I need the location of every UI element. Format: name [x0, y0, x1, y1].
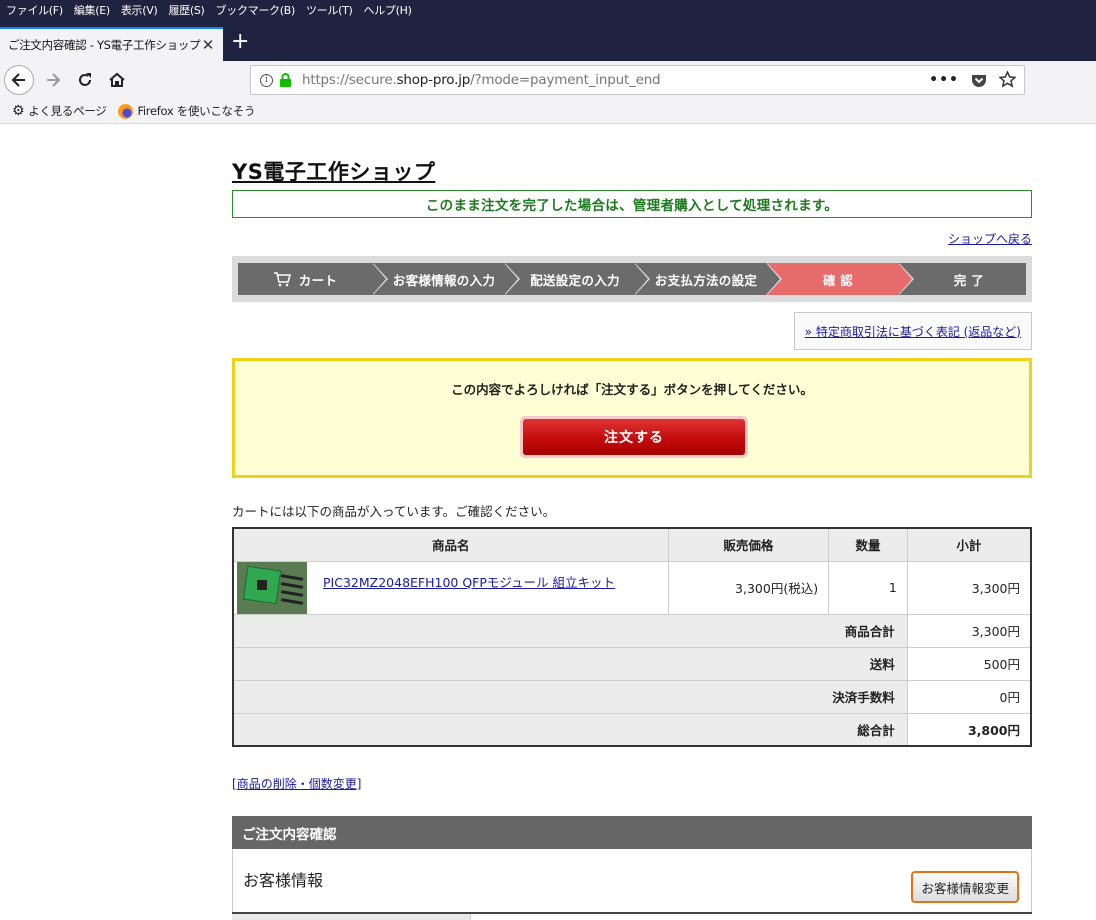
customer-table-top [232, 912, 1032, 920]
navigation-bar: i https://secure.shop-pro.jp/?mode=payme… [0, 61, 1096, 99]
confirm-box: この内容でよろしければ「注文する」ボタンを押してください。 注文する [232, 358, 1032, 478]
product-thumbnail[interactable] [237, 561, 307, 614]
item-qty: 1 [828, 560, 908, 615]
place-order-label: 注文する [523, 419, 745, 455]
close-tab-icon[interactable]: ✕ [202, 36, 215, 54]
home-icon [109, 72, 125, 87]
table-row: 決済手数料 0円 [232, 679, 1032, 714]
cart-table: 商品名 販売価格 数量 小計 PIC32MZ2048EFH100 QFPモジュー… [232, 527, 1032, 747]
tab-bar: ご注文内容確認 - YS電子工作ショップ ✕ + [0, 19, 1096, 61]
bookmarks-bar: ⚙ よく見るページ Firefox を使いこなそう [0, 99, 1096, 124]
table-row: PIC32MZ2048EFH100 QFPモジュール 組立キット 3,300円(… [232, 560, 1032, 615]
pocket-icon[interactable] [971, 72, 987, 88]
reload-button[interactable] [70, 65, 100, 95]
bookmark-most-visited[interactable]: ⚙ よく見るページ [12, 103, 107, 119]
change-customer-info-button[interactable]: お客様情報変更 [911, 871, 1019, 903]
checkout-steps: カート お客様情報の入力 配送設定の入力 お支払方法の設定 確 認 完 了 [232, 256, 1032, 302]
header-price: 販売価格 [667, 527, 830, 562]
bookmark-firefox-guide[interactable]: Firefox を使いこなそう [118, 103, 255, 119]
grand-total-label: 総合計 [232, 712, 908, 747]
menu-tools[interactable]: ツール(T) [306, 2, 353, 18]
menu-bar: ファイル(F) 編集(E) 表示(V) 履歴(S) ブックマーク(B) ツール(… [0, 0, 1096, 19]
table-row: 総合計 3,800円 [232, 712, 1032, 747]
step-cart: カート [238, 263, 388, 295]
home-button[interactable] [102, 65, 132, 95]
arrow-right-icon [47, 73, 61, 87]
header-subtotal: 小計 [906, 527, 1032, 562]
payment-fee-label: 決済手数料 [232, 679, 908, 714]
table-header-row: 商品名 販売価格 数量 小計 [232, 527, 1032, 562]
cart-icon [273, 272, 291, 287]
arrow-left-icon [11, 73, 25, 87]
law-link-box: » 特定商取引法に基づく表記 (返品など) [793, 312, 1032, 350]
tab-title: ご注文内容確認 - YS電子工作ショップ [8, 38, 201, 52]
confirm-message: この内容でよろしければ「注文する」ボタンを押してください。 [451, 382, 813, 397]
step-shipping: 配送設定の入力 [504, 263, 650, 295]
info-icon[interactable]: i [260, 73, 273, 87]
menu-edit[interactable]: 編集(E) [74, 2, 110, 18]
product-link[interactable]: PIC32MZ2048EFH100 QFPモジュール 組立キット [323, 572, 615, 591]
forward-button[interactable] [38, 65, 68, 95]
menu-help[interactable]: ヘルプ(H) [364, 2, 412, 18]
goods-total-label: 商品合計 [232, 613, 908, 648]
more-actions-icon[interactable]: ••• [929, 72, 959, 88]
url-text[interactable]: https://secure.shop-pro.jp/?mode=payment… [302, 72, 661, 88]
item-subtotal: 3,300円 [906, 560, 1032, 615]
step-customer-info: お客様情報の入力 [372, 263, 520, 295]
place-order-button[interactable]: 注文する [520, 416, 748, 458]
shipping-label: 送料 [232, 646, 908, 681]
tab-active[interactable]: ご注文内容確認 - YS電子工作ショップ ✕ [0, 27, 223, 61]
menu-view[interactable]: 表示(V) [121, 2, 158, 18]
goods-total-value: 3,300円 [906, 613, 1032, 648]
firefox-icon [118, 103, 134, 119]
back-to-shop-link[interactable]: ショップへ戻る [948, 230, 1032, 247]
menu-history[interactable]: 履歴(S) [168, 2, 204, 18]
cart-intro: カートには以下の商品が入っています。ご確認ください。 [232, 504, 556, 519]
gear-icon: ⚙ [12, 103, 25, 119]
url-bar[interactable]: i https://secure.shop-pro.jp/?mode=payme… [250, 65, 1025, 95]
customer-info-title: お客様情報 [243, 871, 324, 890]
order-section-heading: ご注文内容確認 [232, 816, 1032, 849]
back-button[interactable] [4, 65, 34, 95]
commercial-law-link[interactable]: » 特定商取引法に基づく表記 (返品など) [805, 323, 1021, 340]
table-row: 商品合計 3,300円 [232, 613, 1032, 648]
star-icon[interactable] [999, 71, 1016, 88]
admin-notice: このまま注文を完了した場合は、管理者購入として処理されます。 [232, 190, 1032, 218]
menu-file[interactable]: ファイル(F) [6, 2, 63, 18]
menu-bookmarks[interactable]: ブックマーク(B) [216, 2, 296, 18]
step-complete: 完 了 [898, 263, 1026, 295]
reload-icon [79, 73, 91, 86]
lock-icon[interactable] [279, 73, 292, 87]
step-payment: お支払方法の設定 [634, 263, 782, 295]
shop-title[interactable]: YS電子工作ショップ [232, 156, 435, 186]
table-row: 送料 500円 [232, 646, 1032, 681]
new-tab-icon[interactable]: + [231, 31, 249, 53]
grand-total-value: 3,800円 [906, 712, 1032, 747]
customer-info-section: お客様情報 お客様情報変更 [232, 849, 1032, 920]
header-qty: 数量 [828, 527, 908, 562]
item-price: 3,300円(税込) [667, 560, 830, 615]
header-product: 商品名 [232, 527, 669, 562]
payment-fee-value: 0円 [906, 679, 1032, 714]
edit-cart-link[interactable]: [商品の削除・個数変更] [232, 775, 361, 792]
step-confirm: 確 認 [766, 263, 914, 295]
shipping-value: 500円 [906, 646, 1032, 681]
